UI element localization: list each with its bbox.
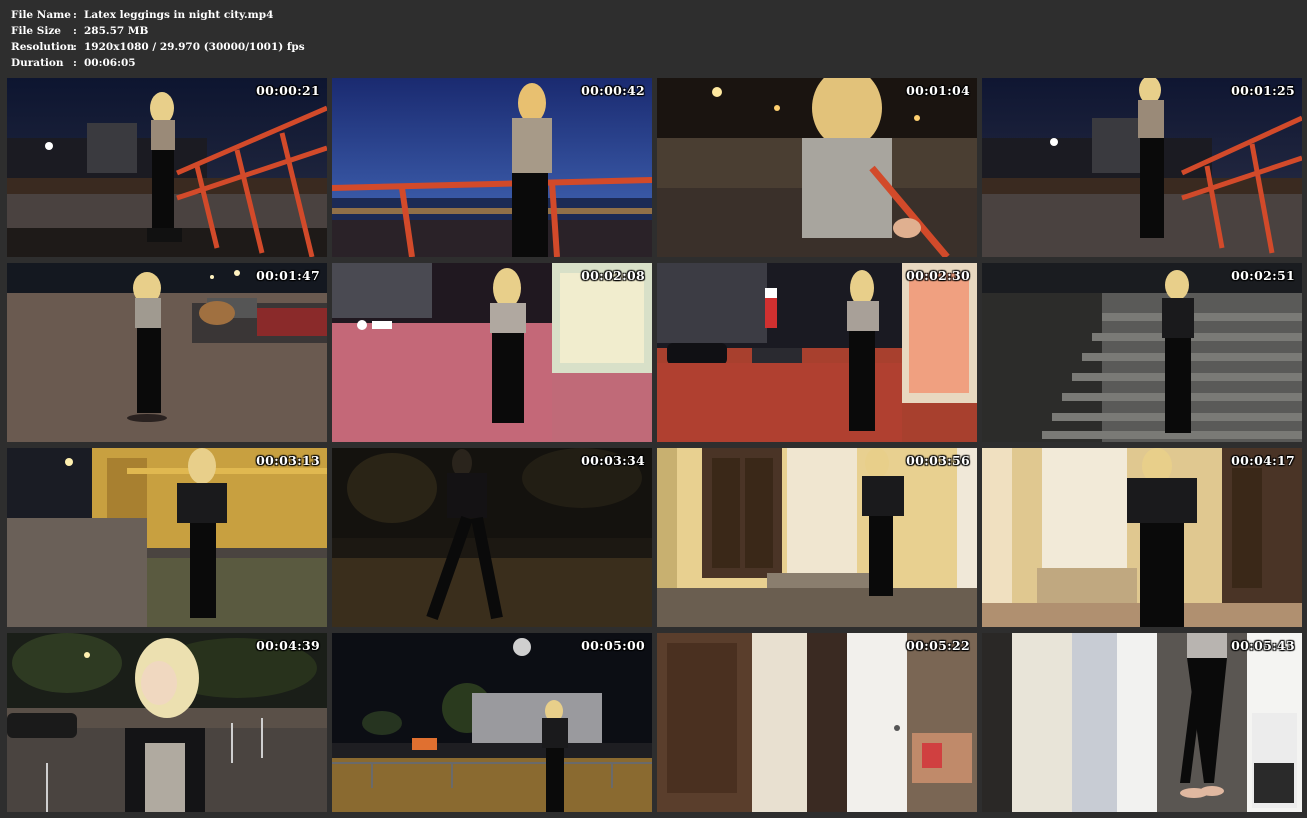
file-info-row: File Size : 285.57 MB	[11, 23, 305, 39]
timestamp: 00:00:42	[581, 83, 645, 98]
video-thumbnail[interactable]: 00:05:43	[982, 633, 1302, 812]
thumbnail-image	[7, 448, 327, 627]
video-thumbnail[interactable]: 00:05:22	[657, 633, 977, 812]
thumbnail-image	[982, 448, 1302, 627]
timestamp: 00:01:47	[256, 268, 320, 283]
timestamp: 00:02:30	[906, 268, 970, 283]
thumbnail-image	[657, 448, 977, 627]
timestamp: 00:02:08	[581, 268, 645, 283]
thumbnail-image	[7, 263, 327, 442]
file-name-label: File Name	[11, 9, 71, 21]
file-info-row: Duration : 00:06:05	[11, 55, 305, 71]
thumbnail-image	[332, 263, 652, 442]
thumbnail-image	[982, 263, 1302, 442]
file-info-row: File Name : Latex leggings in night city…	[11, 7, 305, 23]
separator: :	[73, 25, 77, 37]
timestamp: 00:02:51	[1231, 268, 1295, 283]
timestamp: 00:00:21	[256, 83, 320, 98]
timestamp: 00:01:25	[1231, 83, 1295, 98]
video-thumbnail[interactable]: 00:02:51	[982, 263, 1302, 442]
video-thumbnail[interactable]: 00:02:30	[657, 263, 977, 442]
video-thumbnail[interactable]: 00:01:47	[7, 263, 327, 442]
timestamp: 00:05:43	[1231, 638, 1295, 653]
thumbnail-image	[657, 633, 977, 812]
timestamp: 00:03:56	[906, 453, 970, 468]
separator: :	[73, 57, 77, 69]
video-thumbnail[interactable]: 00:03:13	[7, 448, 327, 627]
thumbnail-image	[982, 633, 1302, 812]
duration-label: Duration	[11, 57, 64, 69]
timestamp: 00:05:00	[581, 638, 645, 653]
video-thumbnail[interactable]: 00:03:34	[332, 448, 652, 627]
timestamp: 00:04:39	[256, 638, 320, 653]
thumbnail-image	[332, 78, 652, 257]
duration-value: 00:06:05	[84, 57, 136, 69]
thumbnail-grid: 00:00:21 00:00:42 00:01:04 00:01:25 00:0…	[7, 78, 1302, 812]
thumbnail-image	[7, 633, 327, 812]
video-thumbnail[interactable]: 00:03:56	[657, 448, 977, 627]
video-thumbnail[interactable]: 00:00:21	[7, 78, 327, 257]
file-size-label: File Size	[11, 25, 61, 37]
thumbnail-image	[332, 448, 652, 627]
timestamp: 00:03:34	[581, 453, 645, 468]
video-thumbnail[interactable]: 00:05:00	[332, 633, 652, 812]
video-thumbnail[interactable]: 00:01:25	[982, 78, 1302, 257]
thumbnail-image	[982, 78, 1302, 257]
thumbnail-image	[7, 78, 327, 257]
separator: :	[73, 9, 77, 21]
video-thumbnail[interactable]: 00:04:39	[7, 633, 327, 812]
thumbnail-image	[332, 633, 652, 812]
separator: :	[73, 41, 77, 53]
timestamp: 00:01:04	[906, 83, 970, 98]
timestamp: 00:03:13	[256, 453, 320, 468]
file-info-panel: File Name : Latex leggings in night city…	[11, 7, 305, 71]
thumbnail-image	[657, 263, 977, 442]
resolution-value: 1920x1080 / 29.970 (30000/1001) fps	[84, 41, 305, 53]
file-name-value: Latex leggings in night city.mp4	[84, 9, 274, 21]
file-info-row: Resolution : 1920x1080 / 29.970 (30000/1…	[11, 39, 305, 55]
video-thumbnail[interactable]: 00:04:17	[982, 448, 1302, 627]
file-size-value: 285.57 MB	[84, 25, 149, 37]
video-thumbnail[interactable]: 00:02:08	[332, 263, 652, 442]
resolution-label: Resolution	[11, 41, 75, 53]
timestamp: 00:04:17	[1231, 453, 1295, 468]
thumbnail-image	[657, 78, 977, 257]
video-thumbnail[interactable]: 00:00:42	[332, 78, 652, 257]
timestamp: 00:05:22	[906, 638, 970, 653]
video-thumbnail[interactable]: 00:01:04	[657, 78, 977, 257]
